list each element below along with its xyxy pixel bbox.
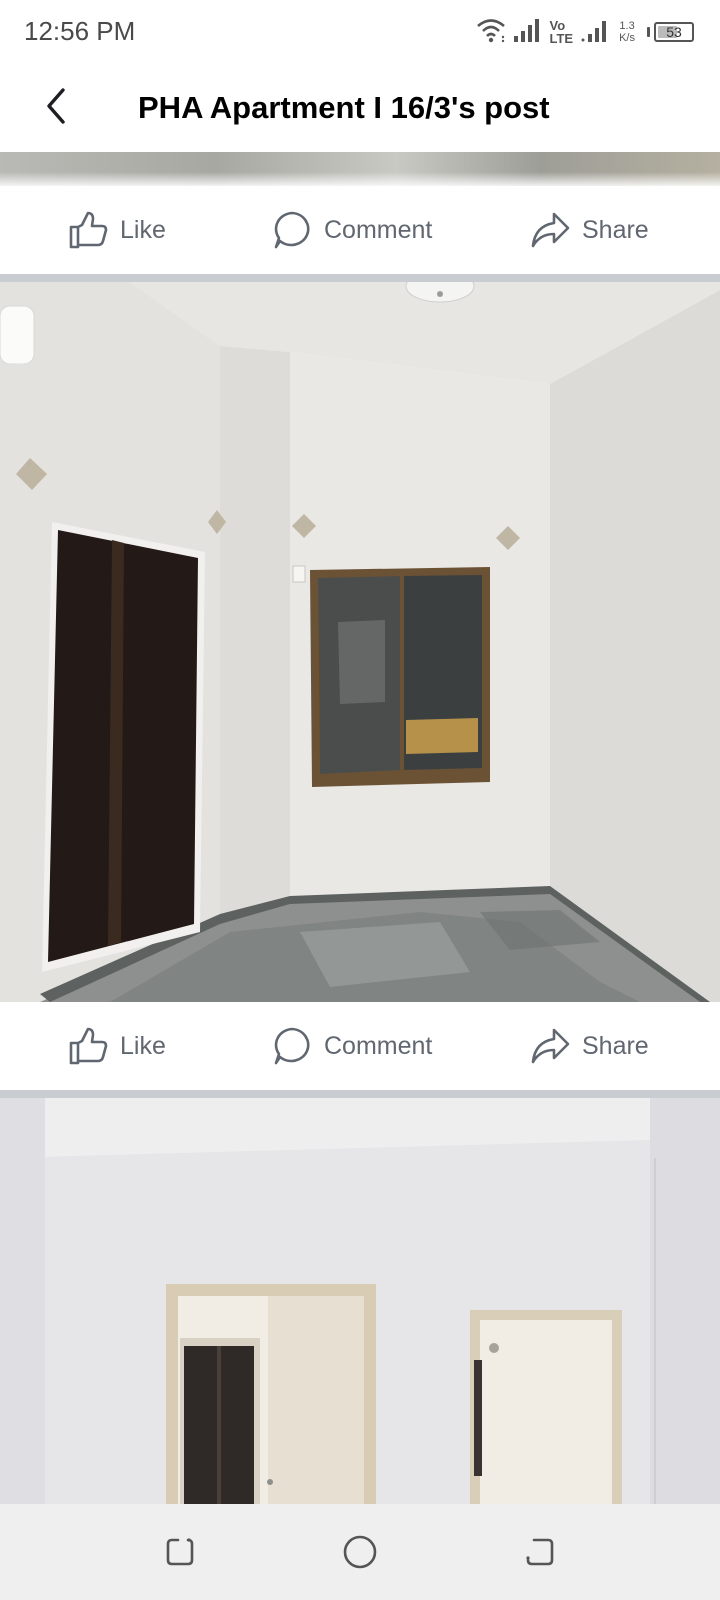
net-speed-value: 1.3 <box>619 20 635 32</box>
comment-icon <box>272 210 312 250</box>
recent-apps-button[interactable] <box>158 1532 202 1576</box>
photo-sheen <box>0 172 720 186</box>
thumbs-up-icon <box>68 210 108 250</box>
status-icons: Vo LTE 1.3 K/s 53 <box>476 14 694 50</box>
battery-level: 53 <box>666 24 682 40</box>
comment-label: Comment <box>324 215 433 244</box>
back-icon <box>522 1534 558 1575</box>
post-photo[interactable] <box>0 1098 720 1504</box>
like-button[interactable]: Like <box>68 1002 166 1090</box>
post-photo[interactable] <box>0 282 720 1002</box>
share-button[interactable]: Share <box>530 186 649 274</box>
net-speed-unit: K/s <box>619 32 635 44</box>
status-time: 12:56 PM <box>24 16 136 46</box>
like-label: Like <box>120 215 166 244</box>
system-nav-bar <box>0 1504 720 1600</box>
network-speed: 1.3 K/s <box>619 20 635 44</box>
nav-back-button[interactable] <box>518 1532 562 1576</box>
volte-indicator: Vo LTE <box>550 19 574 45</box>
comment-icon <box>272 1026 312 1066</box>
action-bar: Like Comment Share <box>0 186 720 274</box>
chevron-left-icon <box>41 86 71 131</box>
battery-cap <box>647 27 650 37</box>
signal-icon <box>513 17 542 48</box>
like-label: Like <box>120 1031 166 1060</box>
home-button[interactable] <box>338 1532 382 1576</box>
share-label: Share <box>582 1031 649 1060</box>
share-button[interactable]: Share <box>530 1002 649 1090</box>
wifi-icon <box>476 17 506 48</box>
post-divider <box>0 1090 720 1098</box>
comment-button[interactable]: Comment <box>272 1002 432 1090</box>
recent-apps-icon <box>162 1534 198 1575</box>
signal-icon <box>581 17 611 48</box>
status-bar: 12:56 PM Vo LTE 1.3 K/s 53 <box>0 0 720 64</box>
share-label: Share <box>582 215 649 244</box>
volte-bottom: LTE <box>549 31 574 46</box>
thumbs-up-icon <box>68 1026 108 1066</box>
action-bar: Like Comment Share <box>0 1002 720 1090</box>
back-button[interactable] <box>30 82 82 134</box>
home-icon <box>341 1533 379 1576</box>
page-title: PHA Apartment I 16/3's post <box>138 90 550 125</box>
post-divider <box>0 274 720 282</box>
battery-icon: 53 <box>654 22 694 42</box>
post-photo[interactable] <box>0 152 720 186</box>
comment-button[interactable]: Comment <box>272 186 432 274</box>
share-icon <box>530 1026 570 1066</box>
like-button[interactable]: Like <box>68 186 166 274</box>
comment-label: Comment <box>324 1031 433 1060</box>
app-header: PHA Apartment I 16/3's post <box>0 64 720 152</box>
share-icon <box>530 210 570 250</box>
